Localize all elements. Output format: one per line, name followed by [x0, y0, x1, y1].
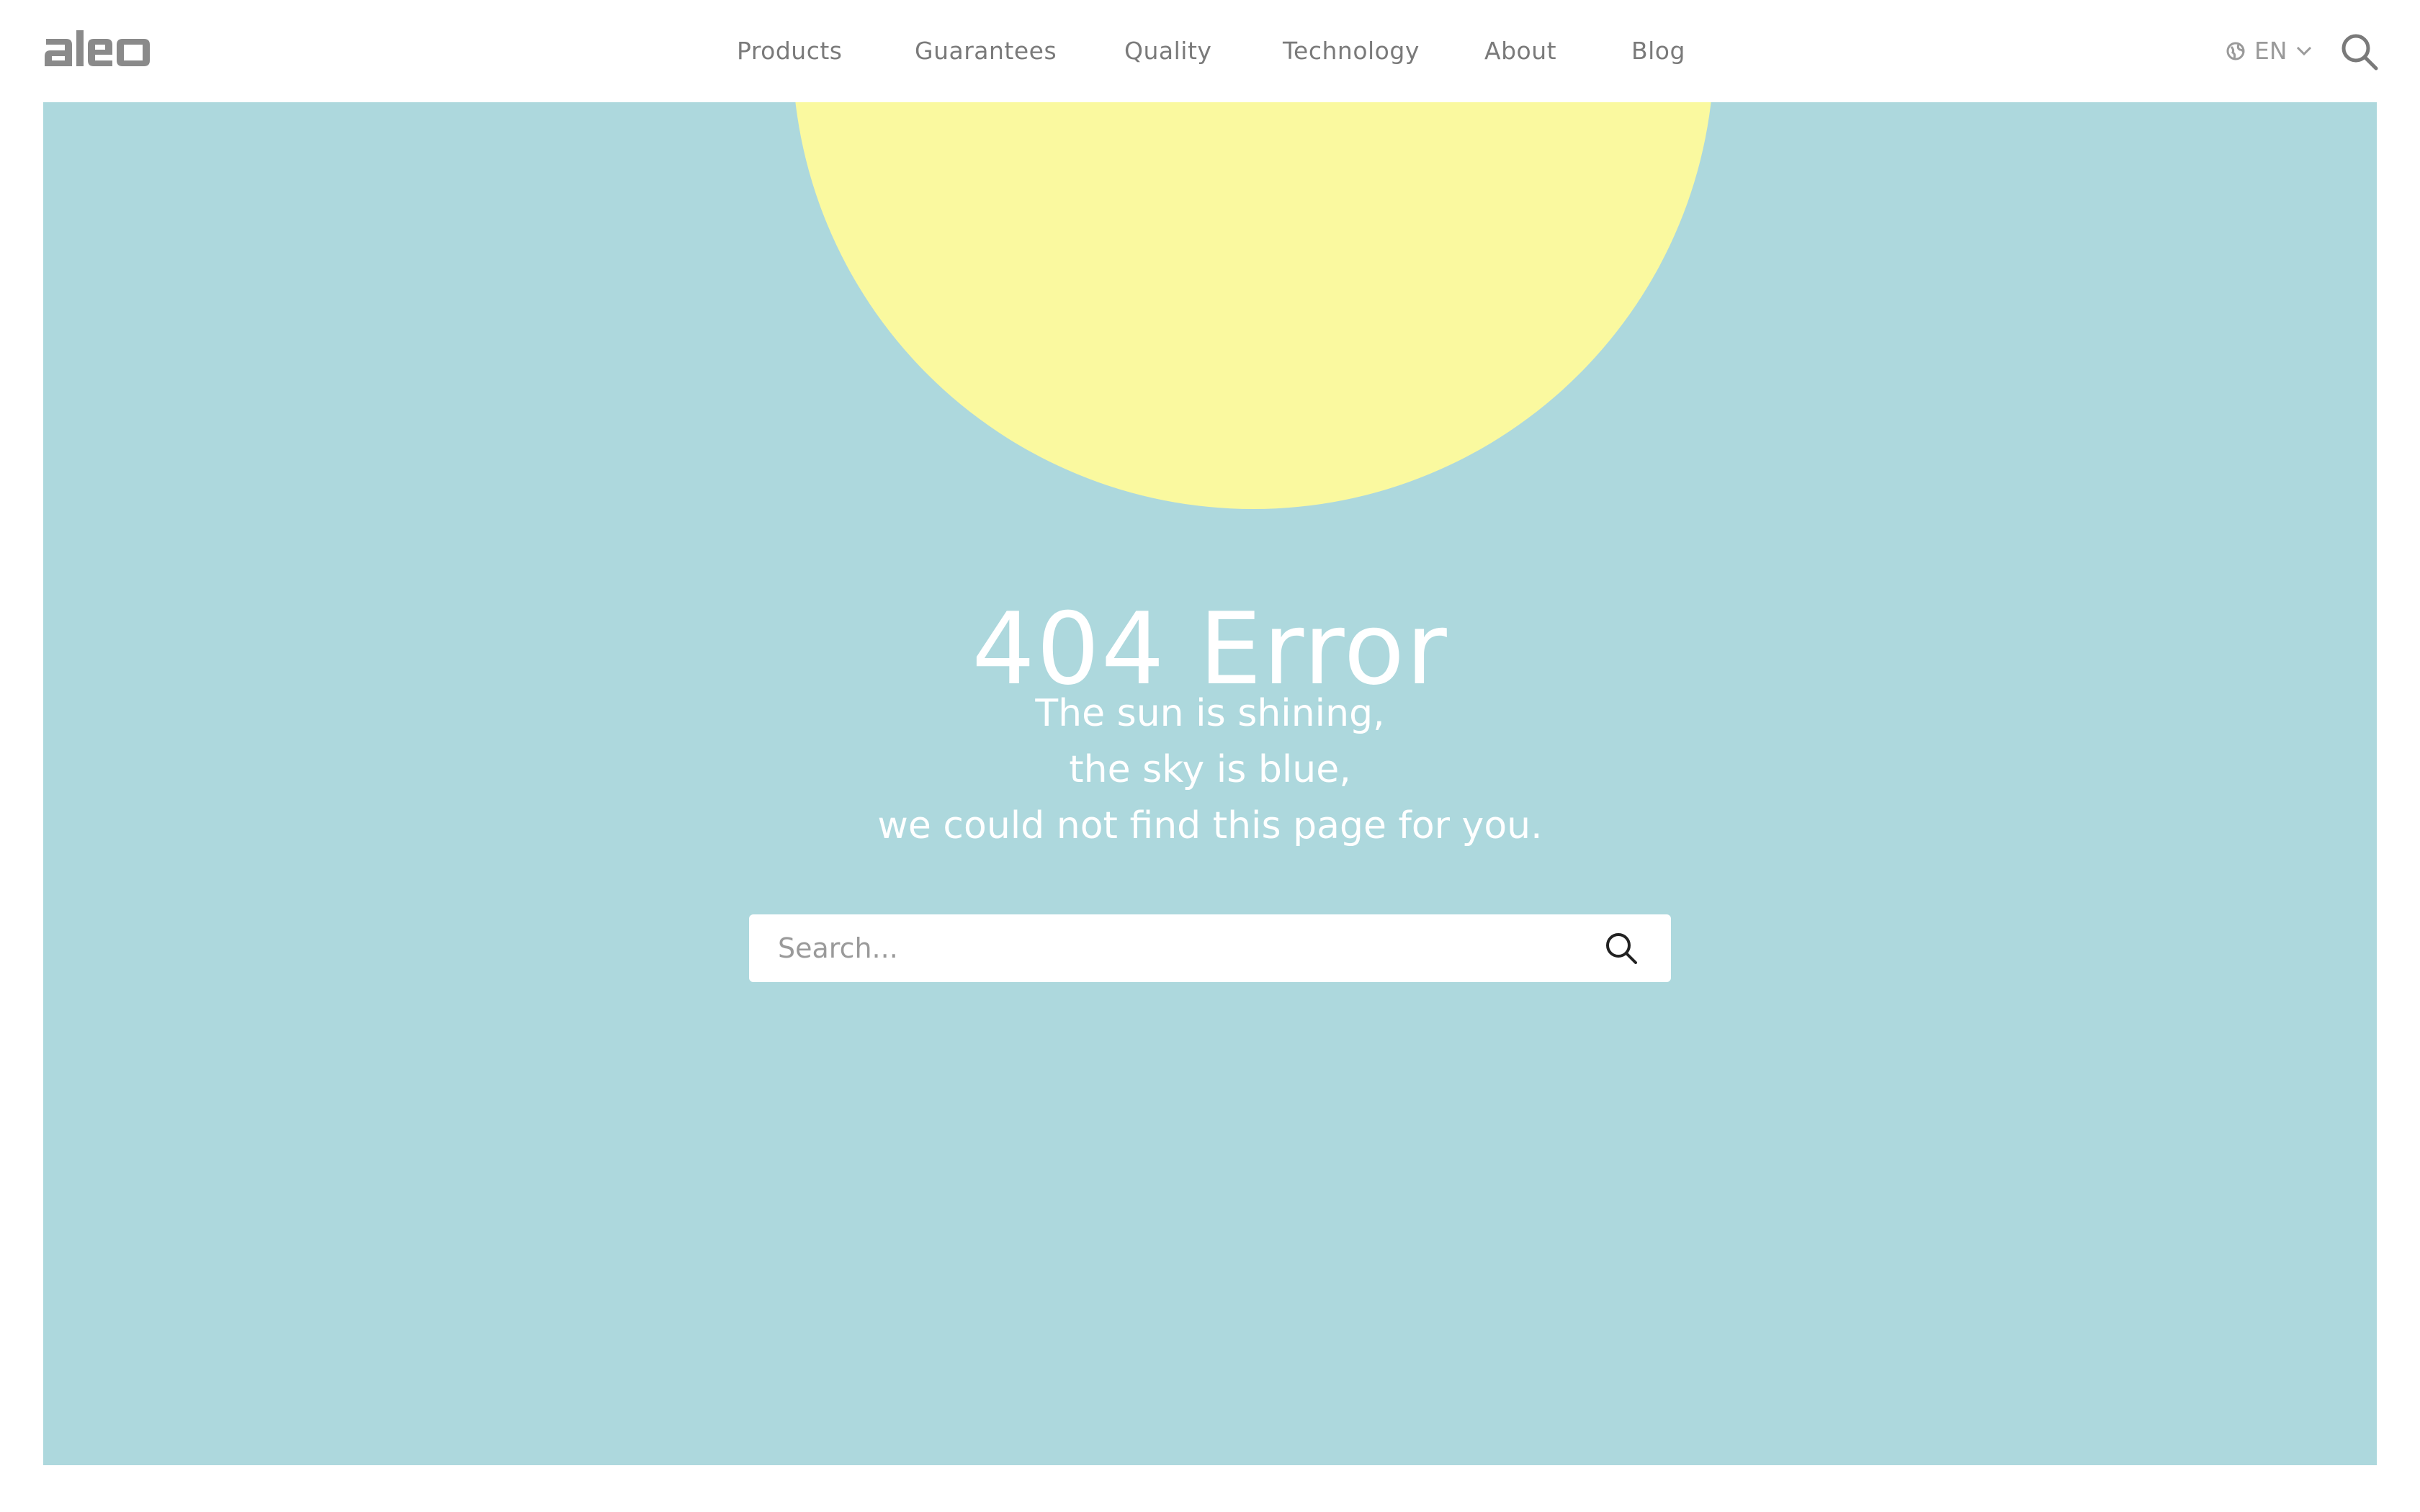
- nav-item-products[interactable]: Products: [737, 35, 843, 68]
- nav-item-quality[interactable]: Quality: [1124, 35, 1211, 68]
- search-submit-button[interactable]: [1603, 930, 1639, 966]
- message-line: we could not find this page for you.: [877, 804, 1543, 847]
- sun-illustration: [792, 102, 1714, 509]
- search-form: [749, 914, 1671, 982]
- language-label: EN: [2254, 37, 2287, 65]
- site-header: aleo Products Guarantees Quality Technol…: [0, 0, 2420, 102]
- error-message: The sun is shining, the sky is blue, we …: [43, 685, 2377, 854]
- search-input[interactable]: [749, 914, 1585, 982]
- error-hero: 404 Error The sun is shining, the sky is…: [43, 102, 2377, 1465]
- language-selector[interactable]: EN: [2226, 35, 2312, 68]
- message-line: the sky is blue,: [1069, 748, 1351, 791]
- search-icon: [2341, 34, 2378, 71]
- nav-item-guarantees[interactable]: Guarantees: [915, 35, 1057, 68]
- nav-item-about[interactable]: About: [1484, 35, 1556, 68]
- chevron-down-icon: [2296, 46, 2311, 56]
- header-search-button[interactable]: [2339, 32, 2380, 72]
- nav-item-technology[interactable]: Technology: [1283, 35, 1420, 68]
- globe-icon: [2226, 42, 2245, 60]
- search-icon: [1606, 933, 1637, 964]
- message-line: The sun is shining,: [1035, 692, 1385, 735]
- nav-item-blog[interactable]: Blog: [1631, 35, 1685, 68]
- main-navigation: Products Guarantees Quality Technology A…: [0, 35, 2420, 68]
